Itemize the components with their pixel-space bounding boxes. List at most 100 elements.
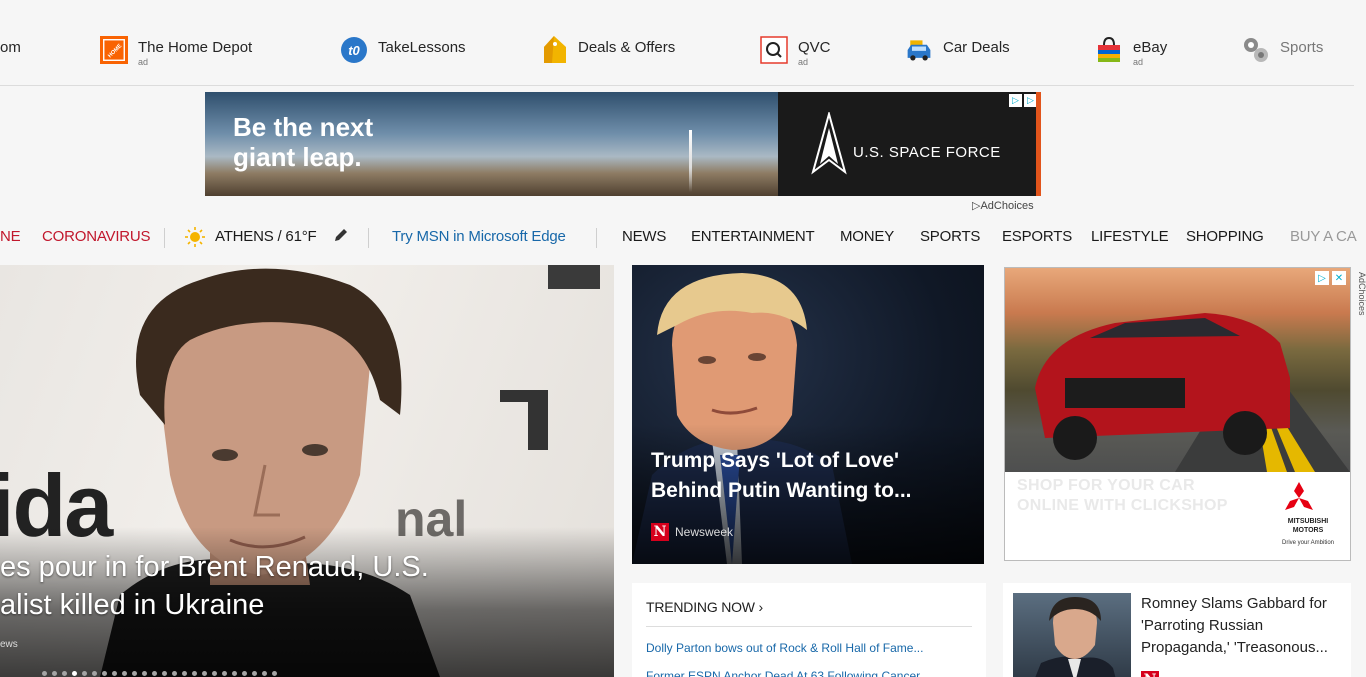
- carousel-dot[interactable]: [172, 671, 177, 676]
- trending-item[interactable]: Dolly Parton bows out of Rock & Roll Hal…: [646, 641, 923, 655]
- carousel-dot[interactable]: [212, 671, 217, 676]
- carousel-dot[interactable]: [232, 671, 237, 676]
- banner-brand: U.S. SPACE FORCE: [853, 144, 1001, 161]
- car-icon: [905, 36, 933, 64]
- space-force-banner-ad[interactable]: Be the next giant leap. U.S. SPACE FORCE…: [205, 92, 1041, 196]
- carousel-dot[interactable]: [72, 671, 77, 676]
- background-mark: [528, 390, 548, 450]
- carousel-dot[interactable]: [182, 671, 187, 676]
- weather-location[interactable]: ATHENS / 61°F: [215, 228, 317, 245]
- carousel-dot[interactable]: [222, 671, 227, 676]
- sports-icon: [1242, 36, 1270, 64]
- carousel-dot[interactable]: [102, 671, 107, 676]
- carousel-dots[interactable]: [42, 671, 277, 676]
- story-card-romney[interactable]: Romney Slams Gabbard for 'Parroting Russ…: [1003, 583, 1351, 677]
- story-thumbnail: [1013, 593, 1131, 677]
- carousel-dot[interactable]: [122, 671, 127, 676]
- carousel-dot[interactable]: [252, 671, 257, 676]
- carousel-dot[interactable]: [52, 671, 57, 676]
- carousel-dot[interactable]: [62, 671, 67, 676]
- nav-item-sports[interactable]: SPORTS: [920, 228, 980, 245]
- carousel-dot[interactable]: [152, 671, 157, 676]
- quicklink-ebay[interactable]: eBay ad: [1095, 30, 1167, 86]
- story-headline[interactable]: Trump Says 'Lot of Love' Behind Putin Wa…: [651, 446, 971, 506]
- adchoices-label: AdChoices: [980, 200, 1034, 212]
- nav-item-money[interactable]: MONEY: [840, 228, 894, 245]
- mitsubishi-logo-icon: [1285, 482, 1313, 517]
- nav-separator: [596, 228, 597, 248]
- shopping-bag-icon: [1095, 36, 1123, 64]
- hero-story[interactable]: ida nal es pour in for Brent Renaud, U.S…: [0, 265, 614, 677]
- carousel-dot[interactable]: [142, 671, 147, 676]
- nav-item-partial[interactable]: NE: [0, 228, 21, 245]
- msn-homepage: om HOME The Home Depot ad t0 TakeLessons…: [0, 0, 1366, 677]
- story-headline[interactable]: Romney Slams Gabbard for 'Parroting Russ…: [1141, 593, 1345, 659]
- adchoices-icon[interactable]: ▷: [1009, 94, 1022, 107]
- carousel-dot[interactable]: [112, 671, 117, 676]
- takelessons-icon: t0: [340, 36, 368, 64]
- nav-item-esports[interactable]: ESPORTS: [1002, 228, 1072, 245]
- carousel-dot[interactable]: [162, 671, 167, 676]
- ad-label: ad: [798, 57, 809, 67]
- carousel-dot[interactable]: [82, 671, 87, 676]
- quicklink-sports[interactable]: Sports: [1242, 30, 1323, 86]
- carousel-dot[interactable]: [92, 671, 97, 676]
- home-depot-icon: HOME: [100, 36, 128, 64]
- quicklink-label: TakeLessons: [378, 39, 466, 56]
- main-nav: NE CORONAVIRUS ATHENS / 61°F Try MSN in …: [0, 222, 1366, 252]
- divider: [646, 626, 972, 627]
- pencil-icon[interactable]: [333, 227, 349, 247]
- ad-tagline: SHOP FOR YOUR CAR ONLINE WITH CLICKSHOP: [1017, 477, 1228, 514]
- quicklink-label: om: [0, 39, 21, 56]
- hero-headline[interactable]: es pour in for Brent Renaud, U.S. alist …: [0, 548, 614, 624]
- trending-heading[interactable]: TRENDING NOW ›: [646, 599, 763, 615]
- trending-now: TRENDING NOW › Dolly Parton bows out of …: [632, 583, 986, 677]
- nav-separator: [164, 228, 165, 248]
- carousel-dot[interactable]: [132, 671, 137, 676]
- newsweek-logo-icon: N: [651, 523, 669, 541]
- ad-label: ad: [138, 57, 149, 67]
- quicklink-qvc[interactable]: QVC ad: [760, 30, 831, 86]
- hero-source: ews: [0, 639, 18, 650]
- carousel-dot[interactable]: [202, 671, 207, 676]
- story-source: N Newsweek: [651, 523, 733, 541]
- background-mark: [548, 265, 600, 289]
- qvc-icon: [760, 36, 788, 64]
- try-edge-link[interactable]: Try MSN in Microsoft Edge: [392, 228, 566, 245]
- carousel-dot[interactable]: [242, 671, 247, 676]
- quicklink-takelessons[interactable]: t0 TakeLessons: [340, 30, 466, 86]
- quicklink-partial[interactable]: om: [0, 30, 21, 86]
- trending-item[interactable]: Former ESPN Anchor Dead At 63 Following …: [646, 669, 929, 677]
- divider: [0, 85, 1354, 86]
- adchoices-icon[interactable]: ▷: [1315, 271, 1329, 285]
- banner-ad-tags[interactable]: ▷ ▷: [1009, 94, 1037, 107]
- nav-item-entertainment[interactable]: ENTERTAINMENT: [691, 228, 815, 245]
- carousel-dot[interactable]: [262, 671, 267, 676]
- car-image: [1005, 268, 1350, 477]
- nav-item-lifestyle[interactable]: LIFESTYLE: [1091, 228, 1169, 245]
- close-icon[interactable]: ✕: [1332, 271, 1346, 285]
- space-force-logo-icon: [811, 110, 847, 181]
- quicklink-deals[interactable]: Deals & Offers: [540, 30, 675, 86]
- carousel-dot[interactable]: [272, 671, 277, 676]
- sun-icon: [184, 226, 206, 252]
- adchoices-link[interactable]: ▷AdChoices: [972, 199, 1034, 212]
- carousel-dot[interactable]: [42, 671, 47, 676]
- carousel-dot[interactable]: [192, 671, 197, 676]
- nav-item-shopping[interactable]: SHOPPING: [1186, 228, 1264, 245]
- nav-item-news[interactable]: NEWS: [622, 228, 666, 245]
- quicklink-label: The Home Depot: [138, 39, 253, 56]
- nav-item-coronavirus[interactable]: CORONAVIRUS: [42, 228, 151, 245]
- ad-brand-tagline: Drive your Ambition: [1281, 540, 1335, 546]
- quicklink-label: Deals & Offers: [578, 39, 676, 56]
- nav-item-buy-a-car[interactable]: BUY A CA: [1290, 228, 1357, 245]
- mitsubishi-ad[interactable]: ▷ ✕ SHOP FOR YOUR CAR ONLINE WITH CLICKS…: [1004, 267, 1351, 561]
- rocket-trail: [689, 130, 692, 192]
- story-card-trump[interactable]: Trump Says 'Lot of Love' Behind Putin Wa…: [632, 265, 984, 564]
- tag-icon: [540, 36, 568, 64]
- nav-separator: [368, 228, 369, 248]
- adchoices-side-label[interactable]: AdChoices: [1355, 272, 1366, 316]
- quicklink-car-deals[interactable]: Car Deals: [905, 30, 1010, 86]
- quicklink-home-depot[interactable]: HOME The Home Depot ad: [100, 30, 252, 86]
- ad-controls[interactable]: ▷ ✕: [1315, 271, 1346, 285]
